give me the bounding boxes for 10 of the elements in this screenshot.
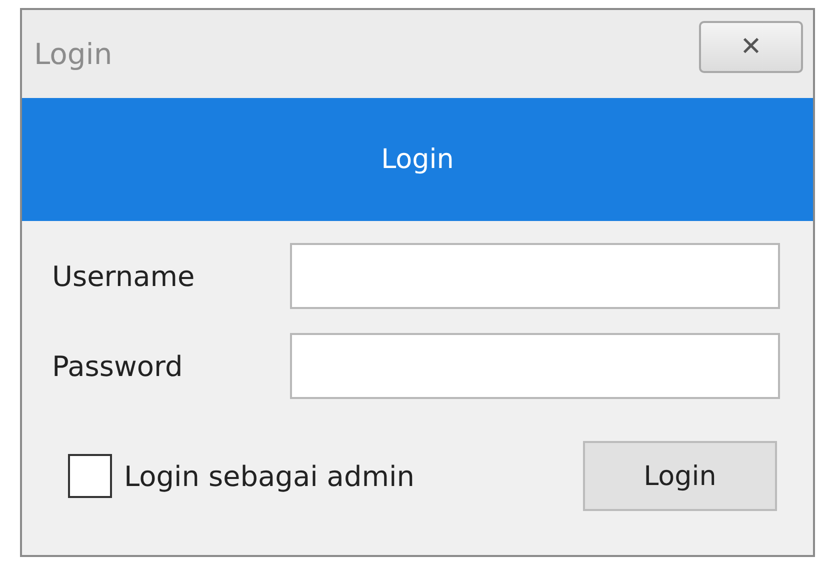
field-label: Username bbox=[52, 260, 196, 292]
close-button[interactable]: ✕ bbox=[699, 21, 803, 73]
login-button[interactable]: Login bbox=[583, 441, 777, 511]
checkbox[interactable] bbox=[68, 454, 112, 498]
input-field[interactable] bbox=[290, 333, 780, 399]
input-field[interactable] bbox=[290, 243, 780, 309]
checkbox-label: Login sebagai admin bbox=[124, 460, 415, 492]
field-label: Password bbox=[52, 350, 184, 382]
header-title: Login bbox=[381, 144, 454, 175]
window-title: Login bbox=[34, 37, 112, 71]
